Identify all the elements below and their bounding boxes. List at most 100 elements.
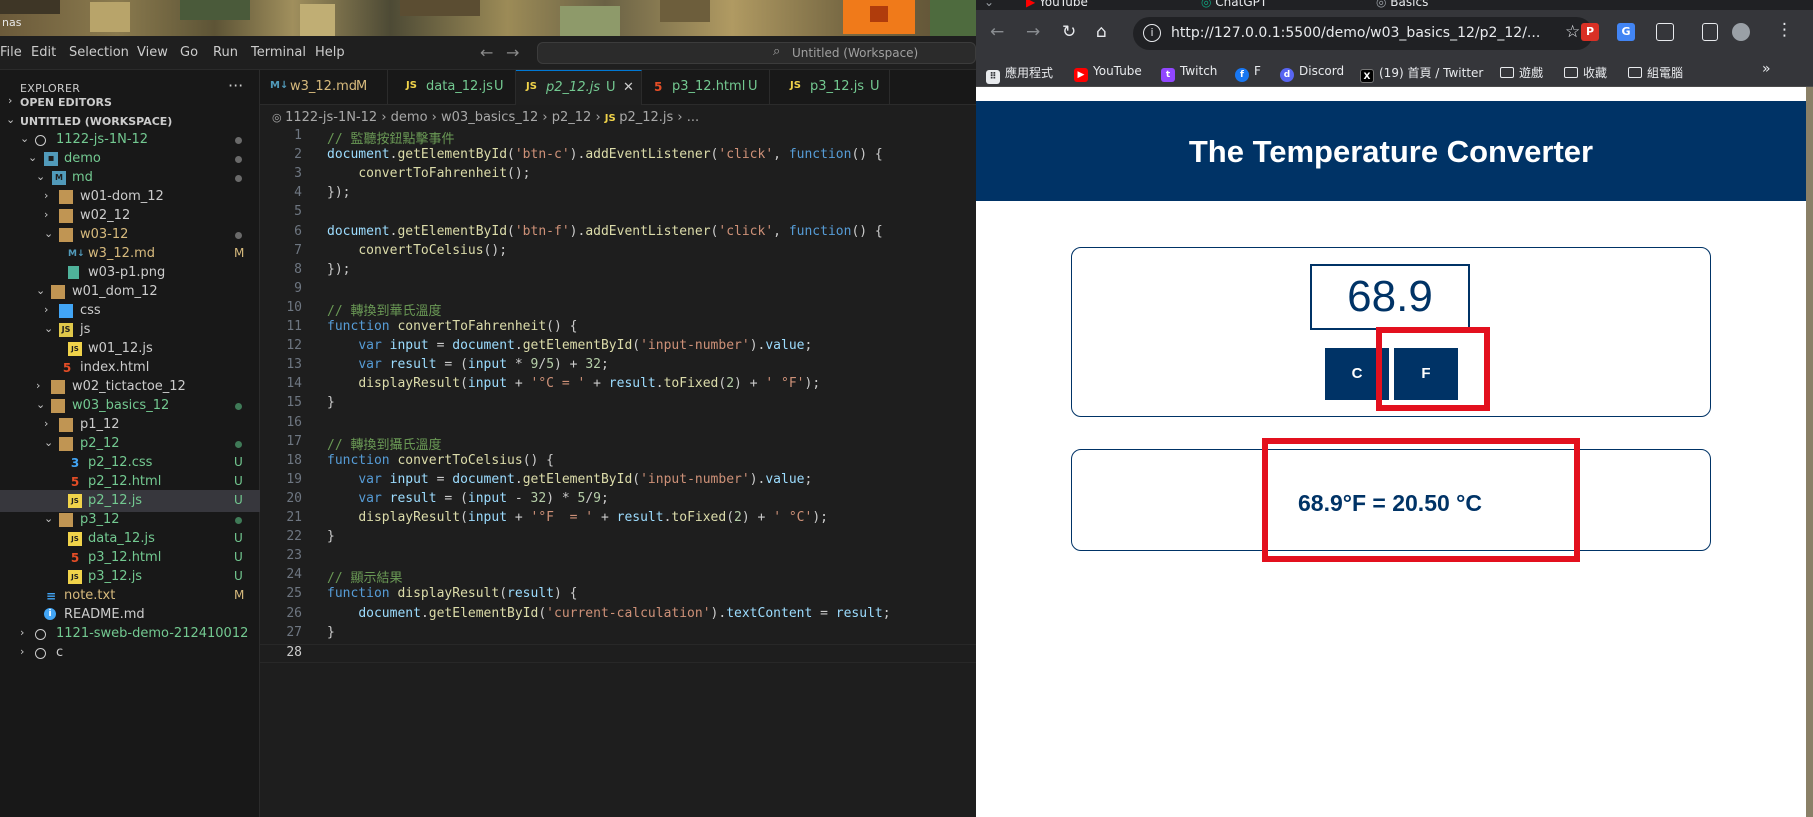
menu-terminal[interactable]: Terminal <box>251 45 306 60</box>
code-line[interactable]: 4}); <box>260 185 976 204</box>
tab-data-12-js[interactable]: JS data_12.js U <box>388 70 516 105</box>
site-info-icon[interactable]: i <box>1143 24 1161 42</box>
menu-selection[interactable]: Selection <box>69 45 129 60</box>
browser-tab-youtube[interactable]: ▶ YouTube <box>1026 0 1088 10</box>
code-line[interactable]: 13 var result = (input * 9/5) + 32; <box>260 357 976 376</box>
code-line[interactable]: 3 convertToFahrenheit(); <box>260 166 976 185</box>
markdown-folder-icon: M <box>52 171 66 185</box>
tab-p3-12-html[interactable]: 5 p3_12.html U <box>642 70 770 105</box>
code-line[interactable]: 2 document.getElementById('btn-c').addEve… <box>260 147 976 166</box>
nav-forward-arrow-icon[interactable]: → <box>506 43 519 62</box>
tab-w3-12-md[interactable]: M↓ w3_12.md M <box>260 70 388 105</box>
code-line[interactable]: 25 function displayResult(result) { <box>260 586 976 605</box>
code-line[interactable]: 8}); <box>260 262 976 281</box>
profile-avatar[interactable] <box>1732 23 1750 41</box>
code-line[interactable]: 24 // 顯示結果 <box>260 567 976 586</box>
nav-back-arrow-icon[interactable]: ← <box>480 43 493 62</box>
breadcrumb-item[interactable]: p2_12 <box>552 110 592 125</box>
breadcrumb-item[interactable]: 1122-js-1N-12 <box>285 110 377 125</box>
breadcrumb-item[interactable]: w03_basics_12 <box>441 110 538 125</box>
code-line[interactable]: 18 function convertToCelsius() { <box>260 453 976 472</box>
code-line[interactable]: 23 <box>260 548 976 567</box>
bookmark-facebook[interactable]: fF <box>1235 64 1261 82</box>
chevron-right-icon: › <box>20 626 25 639</box>
code-line[interactable]: 16 <box>260 415 976 434</box>
close-tab-icon[interactable]: ✕ <box>623 80 634 95</box>
extensions-puzzle-icon[interactable] <box>1656 23 1674 41</box>
line-number: 9 <box>294 280 302 296</box>
status-dot <box>235 137 242 144</box>
code-line[interactable]: 17 // 轉換到攝氏溫度 <box>260 434 976 453</box>
menu-go[interactable]: Go <box>180 45 198 60</box>
breadcrumb-item[interactable]: p2_12.js <box>619 110 673 125</box>
menu-help[interactable]: Help <box>315 45 345 60</box>
bookmark-twitter[interactable]: X (19) 首頁 / Twitter <box>1360 64 1483 83</box>
kebab-menu-icon[interactable]: ⋮ <box>1776 20 1793 40</box>
menu-run[interactable]: Run <box>213 45 238 60</box>
bookmark-label: YouTube <box>1093 64 1142 78</box>
temperature-input[interactable]: 68.9 <box>1310 264 1470 330</box>
code-line[interactable]: 14 displayResult(input + '°C = ' + resul… <box>260 376 976 395</box>
bookmark-youtube[interactable]: ▶ YouTube <box>1074 64 1142 82</box>
code-line[interactable]: 15} <box>260 395 976 414</box>
browser-tab-chatgpt[interactable]: ◎ ChatGPT <box>1201 0 1267 10</box>
code-line[interactable]: 20 var result = (input - 32) * 5/9; <box>260 491 976 510</box>
code-line[interactable]: 12 var input = document.getElementById('… <box>260 338 976 357</box>
address-bar[interactable]: i http://127.0.0.1:5500/demo/w03_basics_… <box>1133 17 1593 50</box>
code-line[interactable]: 7 convertToCelsius(); <box>260 243 976 262</box>
reload-icon[interactable]: ↻ <box>1062 22 1076 42</box>
js-file-icon: JS <box>68 342 82 356</box>
tree-item-label: w03-p1.png <box>88 265 166 280</box>
bookmark-apps[interactable]: ⠿ 應用程式 <box>986 64 1053 84</box>
bookmark-discord[interactable]: d Discord <box>1280 64 1344 82</box>
code-text: var result = (input - 32) * 5/9; <box>358 490 609 506</box>
menu-file[interactable]: File <box>0 45 22 60</box>
tab-label: data_12.js <box>426 79 493 94</box>
side-panel-icon[interactable] <box>1702 23 1718 41</box>
menu-view[interactable]: View <box>137 45 168 60</box>
forward-arrow-icon[interactable]: → <box>1026 22 1040 42</box>
code-line[interactable]: 10 // 轉換到華氏溫度 <box>260 300 976 319</box>
code-line[interactable]: 27} <box>260 625 976 644</box>
code-line[interactable]: 26 document.getElementById('current-calc… <box>260 606 976 625</box>
code-text: var result = (input * 9/5) + 32; <box>358 357 609 373</box>
code-line[interactable]: 19 var input = document.getElementById('… <box>260 472 976 491</box>
code-line[interactable]: 28 <box>260 643 976 663</box>
line-number: 16 <box>286 414 302 430</box>
tab-p3-12-js[interactable]: JS p3_12.js U <box>770 70 890 105</box>
bookmark-folder-games[interactable]: 遊戲 <box>1500 64 1543 81</box>
bookmark-twitch[interactable]: t Twitch <box>1161 64 1217 82</box>
command-center[interactable]: ⌕ Untitled (Workspace) <box>537 42 976 64</box>
bookmark-folder-collection[interactable]: 收藏 <box>1564 64 1607 81</box>
code-line[interactable]: 6 document.getElementById('btn-f').addEve… <box>260 224 976 243</box>
code-line[interactable]: 11 function convertToFahrenheit() { <box>260 319 976 338</box>
tree-item-label: demo <box>64 151 101 166</box>
browser-tab-basics[interactable]: ◎ Basics <box>1376 0 1428 10</box>
home-icon[interactable]: ⌂ <box>1096 22 1107 42</box>
tree-item-root-c[interactable]: › c <box>0 642 260 664</box>
editor-tabbar: M↓ w3_12.md M JS data_12.js U JS p2_12.j… <box>260 70 976 105</box>
code-text: // 轉換到華氏溫度 <box>327 303 442 319</box>
code-line[interactable]: 5 <box>260 204 976 223</box>
code-text: function convertToFahrenheit() { <box>327 319 578 334</box>
chevron-double-right-icon[interactable]: » <box>1762 61 1771 77</box>
extension-p-icon[interactable]: P <box>1581 23 1599 41</box>
code-line[interactable]: 21 displayResult(input + '°F = ' + resul… <box>260 510 976 529</box>
menu-edit[interactable]: Edit <box>31 45 56 60</box>
code-line[interactable]: 22} <box>260 529 976 548</box>
desktop-icon-label[interactable]: nas <box>2 16 21 29</box>
tab-p2-12-js[interactable]: JS p2_12.js U ✕ <box>516 70 642 105</box>
tab-search-icon[interactable]: ⌄ <box>984 0 994 10</box>
line-number: 20 <box>286 490 302 506</box>
breadcrumb-item[interactable]: ... <box>687 110 699 125</box>
code-line[interactable]: 1 // 監聽按鈕點擊事件 <box>260 128 976 147</box>
status-dot <box>235 441 242 448</box>
chevron-right-icon: › <box>44 417 49 430</box>
breadcrumb-item[interactable]: demo <box>391 110 428 125</box>
code-line[interactable]: 9 <box>260 281 976 300</box>
bookmark-folder-pc-build[interactable]: 組電腦 <box>1628 64 1683 81</box>
translate-extension-icon[interactable]: G <box>1617 23 1635 41</box>
bookmark-star-icon[interactable]: ☆ <box>1565 22 1580 42</box>
tree-item-label: p2_12.html <box>88 474 162 489</box>
back-arrow-icon[interactable]: ← <box>990 22 1004 42</box>
